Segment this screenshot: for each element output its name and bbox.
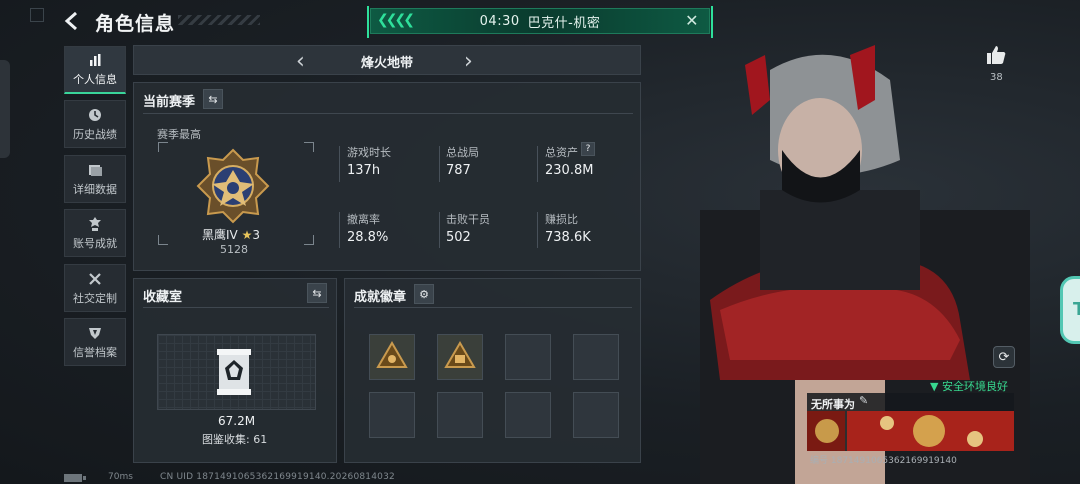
rank-name: 黑鹰IV: [202, 228, 238, 242]
folder-icon: [89, 164, 102, 176]
player-uid: 编号 1871491065362169919140: [810, 456, 957, 466]
help-icon[interactable]: ?: [581, 142, 595, 156]
swap-icon[interactable]: ⇆: [203, 89, 223, 109]
badge-slot[interactable]: [369, 334, 415, 380]
stat-value: 137h: [347, 163, 381, 178]
mission-name: 巴克什-机密: [527, 15, 601, 31]
sidebar-item-label: 社交定制: [73, 291, 117, 305]
chevrons-icon: ❮❮❮❮: [377, 12, 415, 28]
mission-banner[interactable]: ❮❮❮❮ 04:30 巴克什-机密 ✕: [367, 6, 713, 38]
sidebar-item-label: 账号成就: [73, 236, 117, 250]
footer-uid: CN UID 1871491065362169919140.2026081403…: [160, 472, 395, 482]
catalog-count: 61: [253, 433, 268, 446]
collection-title: 收藏室: [143, 290, 183, 305]
triangle-badge-icon: [376, 341, 408, 368]
sidebar-item-history[interactable]: 历史战绩: [64, 100, 126, 148]
sidebar-item-label: 个人信息: [73, 73, 117, 86]
season-title: 当前赛季: [143, 95, 196, 110]
season-best-label: 赛季最高: [157, 128, 201, 141]
bar-chart-icon: [90, 54, 101, 66]
vault-icon: [217, 349, 251, 395]
badge-slot-empty[interactable]: [573, 392, 619, 438]
player-banner: [807, 411, 1014, 451]
left-edge-tab[interactable]: [0, 60, 10, 158]
player-name: 无所事为: [811, 398, 855, 411]
stat-label: 撤离率: [347, 213, 380, 226]
sidebar-item-details[interactable]: 详细数据: [64, 155, 126, 203]
sidebar-item-reputation[interactable]: 信誉档案: [64, 318, 126, 366]
clock-icon: [89, 108, 101, 121]
next-mode-arrow-icon[interactable]: ›: [464, 49, 473, 74]
stat-label: 击败干员: [446, 213, 490, 226]
badge-slot-empty[interactable]: [573, 334, 619, 380]
mode-selector: ‹ 烽火地带 ›: [133, 45, 641, 75]
rank-points: 5128: [220, 243, 248, 256]
rank-stars: 3: [252, 228, 260, 242]
signal-strength-icon: [64, 474, 86, 482]
catalog-label: 图鉴收集:: [202, 433, 250, 446]
settings-gear-icon[interactable]: ⚙: [414, 284, 434, 304]
corner-marker: [30, 8, 44, 22]
sidebar-item-label: 详细数据: [73, 182, 117, 196]
page-title: 角色信息: [95, 13, 176, 35]
stat-label: 总战局: [446, 146, 479, 159]
stat-value: 787: [446, 163, 471, 178]
shield-icon: [89, 327, 101, 339]
stat-value: 28.8%: [347, 230, 389, 245]
rank-star-icon: ★: [241, 228, 253, 242]
environment-status: ▼ 安全环境良好: [930, 380, 1008, 393]
shield-check-icon: ▼: [930, 380, 939, 393]
stat-value: 738.6K: [545, 230, 591, 245]
close-icon[interactable]: ✕: [685, 11, 699, 30]
badge-slot-empty[interactable]: [369, 392, 415, 438]
sidebar-item-social[interactable]: 社交定制: [64, 264, 126, 312]
sidebar-item-personal-info[interactable]: 个人信息: [64, 46, 126, 94]
collection-value: 67.2M: [218, 414, 256, 428]
badge-slot[interactable]: [437, 334, 483, 380]
stat-label: 总资产: [545, 146, 578, 159]
badge-slot-empty[interactable]: [505, 392, 551, 438]
mode-name: 烽火地带: [360, 56, 413, 71]
refresh-icon[interactable]: ⟳: [993, 346, 1015, 368]
sidebar-item-achievements[interactable]: 账号成就: [64, 209, 126, 257]
tools-icon: [89, 272, 101, 285]
stat-label: 游戏时长: [347, 146, 391, 159]
thumbs-up-icon[interactable]: [985, 44, 1007, 66]
back-arrow-icon[interactable]: [62, 10, 84, 32]
floating-assistant-button[interactable]: T: [1060, 276, 1080, 344]
title-decoration: [178, 15, 260, 25]
stat-value: 502: [446, 230, 471, 245]
stat-label: 赚损比: [545, 213, 578, 226]
stat-value: 230.8M: [545, 163, 594, 178]
achievements-title: 成就徽章: [354, 290, 407, 305]
badge-slot-empty[interactable]: [437, 392, 483, 438]
mission-time: 04:30: [479, 13, 520, 29]
rank-emblem-icon: [196, 148, 270, 224]
like-count: 38: [990, 72, 1003, 83]
badge-slot-empty[interactable]: [505, 334, 551, 380]
edit-pencil-icon[interactable]: ✎: [859, 394, 868, 407]
triangle-badge-icon: [444, 341, 476, 368]
ping-value: 70ms: [108, 472, 133, 482]
sidebar-item-label: 历史战绩: [73, 127, 117, 141]
sidebar-item-label: 信誉档案: [73, 345, 117, 359]
medal-icon: [89, 216, 101, 231]
swap-icon[interactable]: ⇆: [307, 283, 327, 303]
